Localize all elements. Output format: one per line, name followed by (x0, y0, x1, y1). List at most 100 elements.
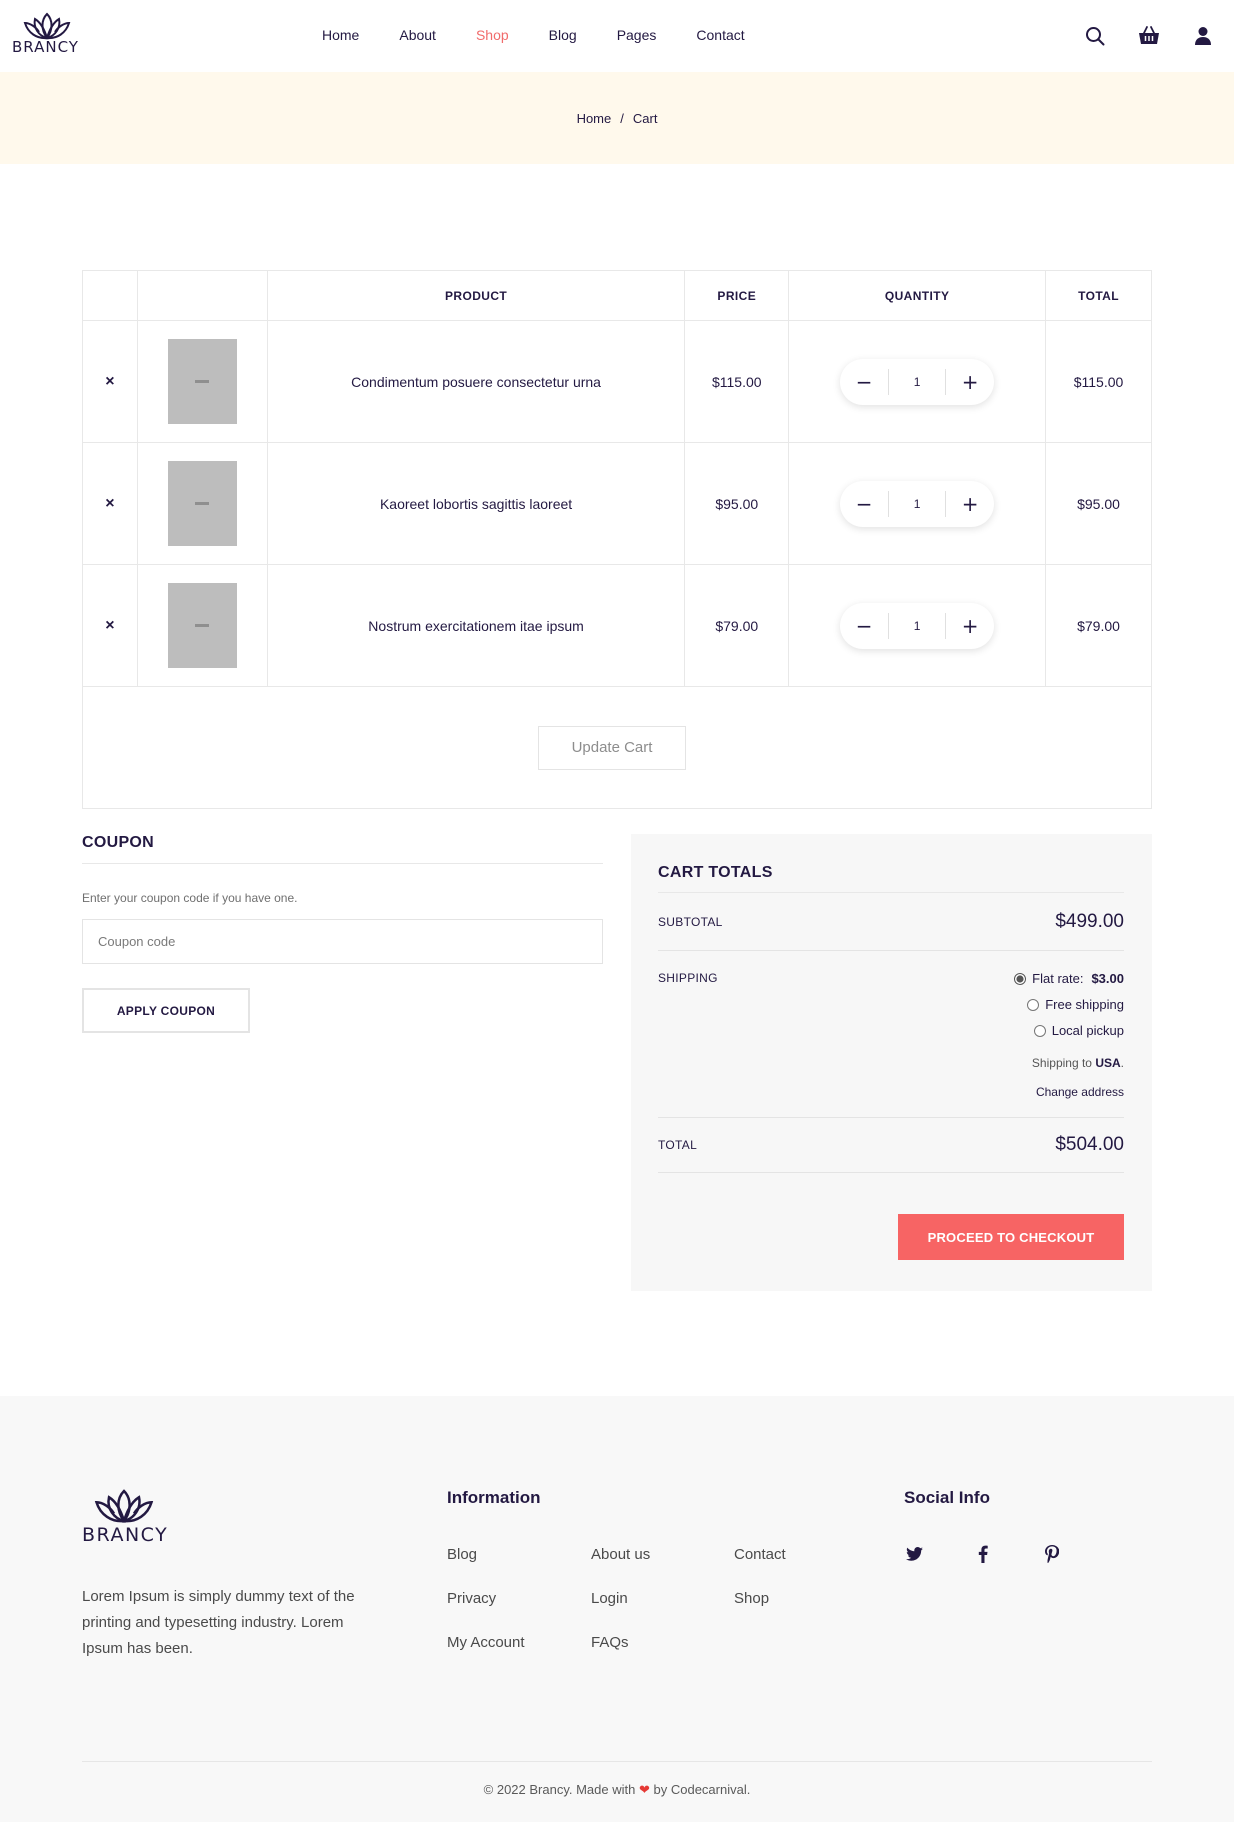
main-nav: Home About Shop Blog Pages Contact (322, 27, 785, 43)
quantity-stepper: − + (840, 480, 995, 527)
shipping-row: SHIPPING Flat rate: $3.00 Free shipping … (658, 951, 1124, 1118)
coupon-title: COUPON (82, 834, 603, 864)
change-address-link[interactable]: Change address (1014, 1085, 1124, 1099)
decrease-quantity-button[interactable]: − (840, 603, 888, 649)
cart-actions-row: Update Cart (82, 686, 1152, 809)
footer-logo[interactable]: BRANCY (82, 1486, 172, 1546)
shipping-country: USA (1095, 1056, 1121, 1070)
cart-totals-panel: CART TOTALS SUBTOTAL $499.00 SHIPPING Fl… (631, 834, 1152, 1291)
table-row: × Kaoreet lobortis sagittis laoreet $95.… (82, 442, 1152, 565)
free-shipping-label: Free shipping (1045, 997, 1124, 1012)
footer-link-contact[interactable]: Contact (734, 1544, 834, 1566)
local-pickup-radio[interactable] (1033, 1024, 1046, 1037)
shipping-to-text: Shipping to (1031, 1056, 1092, 1070)
user-icon[interactable] (1192, 25, 1214, 47)
proceed-to-checkout-button[interactable]: PROCEED TO CHECKOUT (898, 1214, 1124, 1260)
product-thumbnail[interactable] (167, 339, 237, 424)
nav-home[interactable]: Home (322, 27, 359, 43)
pinterest-icon[interactable] (1042, 1544, 1062, 1564)
column-header-total: TOTAL (1045, 270, 1152, 321)
order-total-row: TOTAL $504.00 (658, 1118, 1124, 1173)
column-header-price: PRICE (684, 270, 790, 321)
footer-link-about-us[interactable]: About us (591, 1544, 734, 1566)
product-name[interactable]: Condimentum posuere consectetur urna (266, 320, 686, 443)
nav-pages[interactable]: Pages (617, 27, 657, 43)
footer-link-login[interactable]: Login (591, 1588, 734, 1610)
nav-contact[interactable]: Contact (696, 27, 744, 43)
flat-rate-price: $3.00 (1091, 971, 1124, 986)
shipping-option-free[interactable]: Free shipping (1014, 997, 1124, 1012)
column-header-thumbnail (136, 270, 268, 321)
cart-header-row: PRODUCT PRICE QUANTITY TOTAL (82, 270, 1152, 321)
column-header-remove (82, 270, 138, 321)
free-shipping-radio[interactable] (1027, 998, 1040, 1011)
remove-item-button[interactable]: × (105, 373, 114, 390)
footer-links: Blog About us Contact Privacy Login Shop… (447, 1544, 834, 1654)
nav-blog[interactable]: Blog (549, 27, 577, 43)
table-row: × Nostrum exercitationem itae ipsum $79.… (82, 564, 1152, 687)
copyright-prefix: © 2022 Brancy. Made with (483, 1782, 636, 1797)
copyright: © 2022 Brancy. Made with ❤ by Codecarniv… (0, 1782, 1234, 1798)
cart-icon[interactable] (1138, 25, 1160, 47)
footer-link-faqs[interactable]: FAQs (591, 1632, 734, 1654)
subtotal-row: SUBTOTAL $499.00 (658, 893, 1124, 951)
increase-quantity-button[interactable]: + (946, 481, 994, 527)
copyright-suffix[interactable]: by Codecarnival. (654, 1782, 751, 1797)
coupon-description: Enter your coupon code if you have one. (82, 891, 298, 905)
update-cart-button[interactable]: Update Cart (537, 725, 687, 770)
column-header-product: PRODUCT (266, 270, 686, 321)
search-icon[interactable] (1084, 25, 1106, 47)
brand-wordmark: BRANCY (12, 38, 79, 56)
footer-link-blog[interactable]: Blog (447, 1544, 591, 1566)
shipping-option-flat-rate[interactable]: Flat rate: $3.00 (1014, 971, 1124, 986)
product-name[interactable]: Kaoreet lobortis sagittis laoreet (266, 442, 686, 565)
footer-social-title: Social Info (904, 1488, 990, 1507)
site-header: BRANCY Home About Shop Blog Pages Contac… (0, 0, 1234, 72)
footer-link-shop[interactable]: Shop (734, 1588, 834, 1610)
brand-logo[interactable]: BRANCY (12, 10, 82, 56)
subtotal-value: $499.00 (1055, 910, 1124, 932)
breadcrumb: Home / Cart (0, 72, 1234, 164)
social-links (904, 1544, 1062, 1564)
facebook-icon[interactable] (973, 1544, 993, 1564)
product-name[interactable]: Nostrum exercitationem itae ipsum (266, 564, 686, 687)
increase-quantity-button[interactable]: + (946, 359, 994, 405)
remove-item-button[interactable]: × (105, 617, 114, 634)
apply-coupon-button[interactable]: APPLY COUPON (82, 988, 250, 1033)
lotus-logo-icon (94, 1489, 154, 1524)
footer-information-title: Information (447, 1488, 541, 1507)
table-row: × Condimentum posuere consectetur urna $… (82, 320, 1152, 443)
flat-rate-radio[interactable] (1014, 972, 1027, 985)
total-label: TOTAL (658, 1138, 698, 1152)
subtotal-label: SUBTOTAL (658, 914, 723, 929)
decrease-quantity-button[interactable]: − (840, 359, 888, 405)
twitter-icon[interactable] (904, 1544, 924, 1564)
footer-link-my-account[interactable]: My Account (447, 1632, 591, 1654)
decrease-quantity-button[interactable]: − (840, 481, 888, 527)
breadcrumb-separator: / (620, 110, 624, 126)
breadcrumb-home[interactable]: Home (577, 111, 612, 126)
shipping-option-local-pickup[interactable]: Local pickup (1014, 1023, 1124, 1038)
footer-link-privacy[interactable]: Privacy (447, 1588, 591, 1610)
site-footer: BRANCY Lorem Ipsum is simply dummy text … (0, 1396, 1234, 1822)
increase-quantity-button[interactable]: + (946, 603, 994, 649)
column-header-quantity: QUANTITY (788, 270, 1047, 321)
heart-icon: ❤ (638, 1782, 650, 1797)
total-value: $504.00 (1055, 1134, 1124, 1155)
product-thumbnail[interactable] (167, 583, 237, 668)
product-price: $79.00 (684, 564, 790, 687)
cart-table-section: PRODUCT PRICE QUANTITY TOTAL × Condiment… (82, 270, 1152, 809)
remove-item-button[interactable]: × (105, 495, 114, 512)
quantity-input[interactable] (888, 368, 947, 395)
footer-about-text: Lorem Ipsum is simply dummy text of the … (82, 1588, 355, 1657)
quantity-stepper: − + (840, 358, 995, 405)
nav-shop[interactable]: Shop (476, 27, 509, 43)
footer-divider (82, 1761, 1152, 1762)
quantity-input[interactable] (888, 490, 947, 517)
cart-table: PRODUCT PRICE QUANTITY TOTAL × Condiment… (82, 270, 1152, 809)
coupon-code-input[interactable] (82, 919, 603, 964)
product-thumbnail[interactable] (167, 461, 237, 546)
local-pickup-label: Local pickup (1051, 1023, 1124, 1038)
quantity-input[interactable] (888, 612, 947, 639)
nav-about[interactable]: About (399, 27, 436, 43)
